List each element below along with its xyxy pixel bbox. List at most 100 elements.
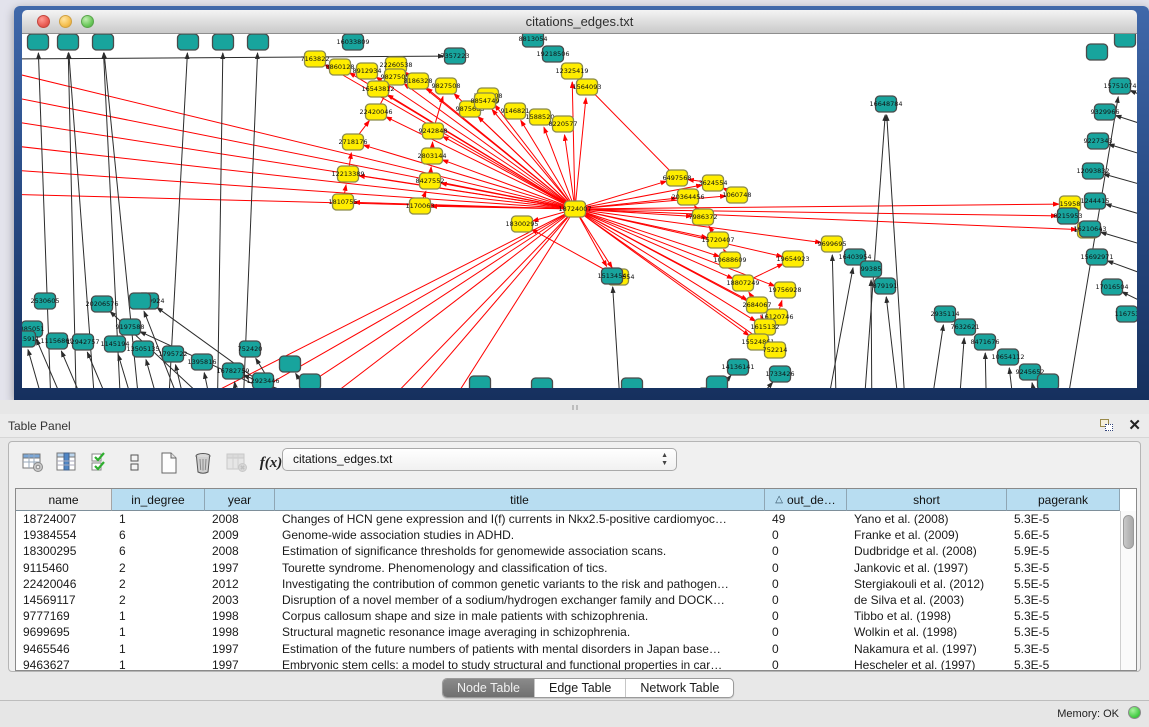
table-cell: 0 (765, 560, 847, 576)
graph-edge[interactable] (957, 338, 964, 388)
graph-node[interactable] (28, 34, 49, 50)
graph-edge[interactable] (28, 350, 52, 388)
graph-node-label: 8813054 (519, 35, 548, 43)
column-header-short[interactable]: short (847, 489, 1007, 511)
graph-edge[interactable] (22, 56, 444, 59)
graph-edge[interactable] (613, 287, 622, 388)
tab-edge-table[interactable]: Edge Table (535, 679, 626, 697)
graph-node-label: 1170063 (406, 202, 435, 210)
graph-edge[interactable] (927, 325, 943, 388)
graph-edge[interactable] (167, 53, 187, 388)
graph-edge[interactable] (727, 382, 773, 388)
graph-node[interactable] (58, 34, 79, 50)
graph-edge-selected[interactable] (432, 209, 575, 388)
table-vertical-scrollbar[interactable] (1120, 511, 1136, 670)
tab-node-table[interactable]: Node Table (443, 679, 535, 697)
graph-node[interactable] (280, 356, 301, 372)
graph-edge[interactable] (1104, 174, 1137, 189)
graph-edge[interactable] (1136, 320, 1137, 334)
close-panel-icon[interactable]: ✕ (1128, 416, 1141, 434)
table-row[interactable]: 1938455462009Genome-wide association stu… (16, 527, 1120, 543)
column-header-out-degree[interactable]: △out_de… (765, 489, 847, 511)
graph-node-label: 15958 (1060, 200, 1081, 208)
graph-edge[interactable] (217, 53, 223, 388)
graph-node[interactable] (213, 34, 234, 50)
new-column-icon[interactable] (157, 451, 181, 475)
graph-edge[interactable] (1115, 115, 1137, 129)
graph-node[interactable] (93, 34, 114, 50)
graph-node[interactable] (130, 293, 151, 309)
graph-edge[interactable] (1101, 232, 1137, 249)
function-builder-icon[interactable]: f(x) (259, 451, 283, 475)
graph-node[interactable] (470, 376, 491, 388)
graph-edge[interactable] (1106, 204, 1137, 219)
graph-node[interactable] (248, 34, 269, 50)
graph-node-label: 2684067 (743, 301, 772, 309)
graph-node[interactable] (1087, 44, 1108, 60)
graph-edge-selected[interactable] (575, 204, 1059, 209)
column-header-title[interactable]: title (275, 489, 765, 511)
table-cell: 1 (112, 624, 205, 640)
graph-edge-selected[interactable] (364, 145, 575, 209)
graph-edge-selected[interactable] (282, 209, 575, 388)
column-header-year[interactable]: year (205, 489, 275, 511)
table-row[interactable]: 1456911722003Disruption of a novel membe… (16, 592, 1120, 608)
graph-edge[interactable] (887, 115, 907, 388)
graph-edge-selected[interactable] (575, 98, 586, 209)
column-header-in-degree[interactable]: in_degree (112, 489, 205, 511)
graph-edge[interactable] (822, 268, 853, 388)
graph-edge-selected[interactable] (357, 209, 575, 388)
graph-edge[interactable] (118, 355, 142, 388)
table-row[interactable]: 946554611997Estimation of the future num… (16, 641, 1120, 657)
select-columns-icon[interactable] (89, 451, 113, 475)
float-panel-icon[interactable] (1099, 418, 1115, 433)
show-columns-icon[interactable] (55, 451, 79, 475)
graph-edge[interactable] (242, 53, 258, 388)
delete-column-icon[interactable] (191, 451, 215, 475)
table-row[interactable]: 1872400712008Changes of HCN gene express… (16, 511, 1120, 527)
table-cell: 1997 (205, 641, 275, 657)
graph-edge[interactable] (985, 353, 987, 388)
graph-node[interactable] (707, 376, 728, 388)
delete-table-icon[interactable] (225, 451, 249, 475)
row-height-icon[interactable] (123, 451, 147, 475)
graph-edge[interactable] (1109, 144, 1137, 159)
graph-node[interactable] (1115, 34, 1136, 47)
graph-edge[interactable] (176, 365, 192, 388)
table-row[interactable]: 1830029562008Estimation of significance … (16, 543, 1120, 559)
graph-edge[interactable] (146, 360, 167, 388)
table-row[interactable]: 911546021997Tourette syndrome. Phenomeno… (16, 560, 1120, 576)
table-cell: 5.3E-5 (1007, 641, 1120, 657)
column-header-pagerank[interactable]: pagerank (1007, 489, 1120, 511)
window-titlebar[interactable]: citations_edges.txt (22, 10, 1137, 34)
table-cell: Wolkin et al. (1998) (847, 624, 1007, 640)
table-cell: Genome-wide association studies in ADHD. (275, 527, 765, 543)
graph-edge-selected[interactable] (22, 94, 575, 209)
column-header-name[interactable]: name (16, 489, 112, 511)
graph-edge[interactable] (235, 382, 242, 388)
scrollbar-thumb[interactable] (1123, 515, 1134, 549)
graph-edge[interactable] (1107, 261, 1137, 279)
table-cell: Dudbridge et al. (2008) (847, 543, 1007, 559)
table-row[interactable]: 977716911998Corpus callosum shape and si… (16, 608, 1120, 624)
network-canvas-svg[interactable]: 1872400771638228860128891293422260538982… (22, 34, 1137, 388)
graph-node-label: 17016504 (1095, 283, 1128, 291)
graph-node[interactable] (532, 378, 553, 388)
table-mode-icon[interactable] (21, 451, 45, 475)
graph-edge-selected[interactable] (443, 136, 575, 209)
graph-edge[interactable] (1130, 90, 1137, 102)
graph-node[interactable] (1038, 374, 1059, 388)
panel-divider[interactable] (0, 400, 1149, 414)
graph-edge-selected[interactable] (182, 209, 575, 388)
table-row[interactable]: 946362711997Embryonic stem cells: a mode… (16, 657, 1120, 671)
network-canvas[interactable]: 1872400771638228860128891293422260538982… (22, 34, 1137, 388)
graph-node[interactable] (178, 34, 199, 50)
tab-network-table[interactable]: Network Table (626, 679, 733, 697)
graph-edge[interactable] (204, 373, 217, 388)
graph-node[interactable] (622, 378, 643, 388)
graph-edge-selected[interactable] (575, 209, 612, 268)
table-row[interactable]: 2242004622012Investigating the contribut… (16, 576, 1120, 592)
graph-node[interactable] (300, 374, 321, 388)
table-selector-dropdown[interactable]: citations_edges.txt ▲▼ (282, 448, 677, 471)
table-row[interactable]: 969969511998Structural magnetic resonanc… (16, 624, 1120, 640)
